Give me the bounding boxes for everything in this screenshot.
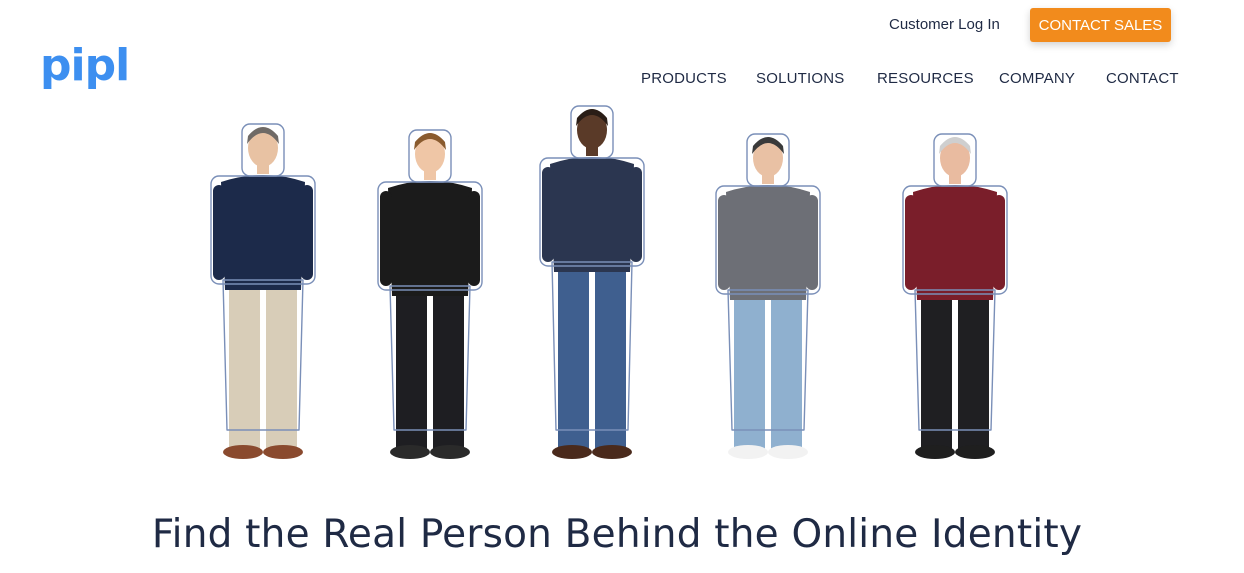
contact-sales-button[interactable]: CONTACT SALES: [1030, 8, 1171, 42]
nav-solutions[interactable]: SOLUTIONS: [756, 70, 844, 87]
person-1-right-arm: [301, 185, 313, 280]
person-3-left-arm: [542, 167, 554, 262]
person-5-left-shoe: [915, 445, 955, 459]
person-3-left-leg: [558, 272, 589, 455]
hero-headline: Find the Real Person Behind the Online I…: [151, 512, 1083, 558]
person-5-right-arm: [993, 195, 1005, 290]
person-4-neck: [762, 174, 774, 184]
person-4-right-shoe: [768, 445, 808, 459]
person-4-torso: [726, 185, 810, 300]
person-3-torso: [550, 157, 634, 272]
person-4-left-shoe: [728, 445, 768, 459]
person-2-left-leg: [396, 296, 427, 455]
person-2-torso: [388, 181, 472, 296]
customer-login-link[interactable]: Customer Log In: [889, 16, 1000, 33]
person-4-right-arm: [806, 195, 818, 290]
person-5-right-shoe: [955, 445, 995, 459]
person-2-right-arm: [468, 191, 480, 286]
person-3-right-arm: [630, 167, 642, 262]
person-4-left-arm: [718, 195, 730, 290]
person-3-right-leg: [595, 272, 626, 455]
person-5-right-leg: [958, 300, 989, 455]
person-5-left-leg: [921, 300, 952, 455]
person-1-neck: [257, 164, 269, 174]
nav-company[interactable]: COMPANY: [999, 70, 1075, 87]
person-1-left-arm: [213, 185, 225, 280]
hero-people-image: [210, 105, 1008, 459]
person-2-right-leg: [433, 296, 464, 455]
person-3-left-shoe: [552, 445, 592, 459]
nav-products[interactable]: PRODUCTS: [641, 70, 727, 87]
person-4-left-leg: [734, 300, 765, 455]
person-3-right-shoe: [592, 445, 632, 459]
person-5-torso: [913, 185, 997, 300]
person-5-left-arm: [905, 195, 917, 290]
nav-contact[interactable]: CONTACT: [1106, 70, 1179, 87]
main-nav: PRODUCTS SOLUTIONS RESOURCES COMPANY CON…: [0, 70, 1244, 90]
person-5-neck: [949, 174, 961, 184]
person-4-right-leg: [771, 300, 802, 455]
person-2-right-shoe: [430, 445, 470, 459]
person-1-torso: [221, 175, 305, 290]
person-1-left-shoe: [223, 445, 263, 459]
nav-resources[interactable]: RESOURCES: [877, 70, 974, 87]
person-2-left-arm: [380, 191, 392, 286]
person-2-neck: [424, 170, 436, 180]
person-3-neck: [586, 146, 598, 156]
person-1-right-shoe: [263, 445, 303, 459]
person-2-left-shoe: [390, 445, 430, 459]
